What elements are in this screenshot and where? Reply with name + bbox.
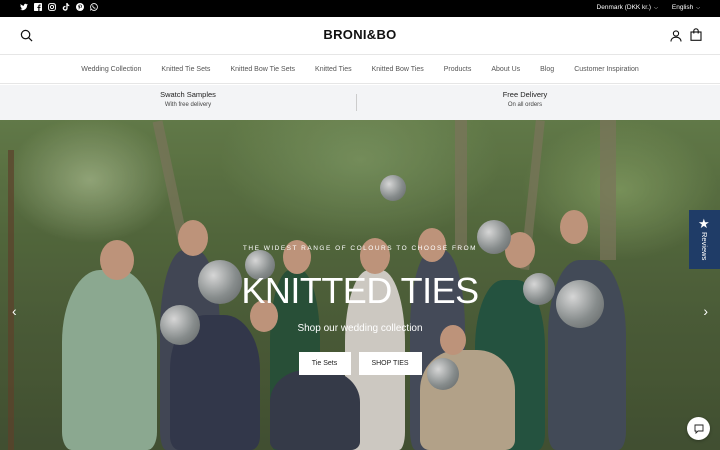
language-selector[interactable]: English ⌵ [672, 4, 700, 11]
nav-products[interactable]: Products [434, 66, 482, 73]
locale-selectors: Denmark (DKK kr.) ⌵ English ⌵ [597, 4, 700, 11]
account-icon[interactable] [670, 29, 682, 42]
shop-ties-button[interactable]: SHOP TIES [358, 352, 422, 375]
feature-title: Free Delivery [502, 90, 548, 99]
hero-banner: THE WIDEST RANGE OF COLOURS TO CHOOSE FR… [0, 120, 720, 450]
feature-title: Swatch Samples [160, 90, 216, 99]
feature-free-delivery: Free Delivery On all orders [425, 90, 625, 108]
chat-button[interactable] [687, 417, 710, 440]
instagram-icon[interactable] [48, 3, 56, 11]
hero-subheadline: Shop our wedding collection [297, 323, 423, 334]
tie-sets-button[interactable]: Tie Sets [298, 352, 351, 375]
site-header: BRONI&BO [0, 17, 720, 55]
whatsapp-icon[interactable] [90, 3, 98, 11]
language-label: English [671, 4, 694, 11]
announcement-bar: Denmark (DKK kr.) ⌵ English ⌵ [0, 0, 720, 17]
feature-divider [356, 94, 357, 111]
star-icon: ★ [698, 216, 710, 231]
site-logo[interactable]: BRONI&BO [0, 27, 720, 42]
country-selector[interactable]: Denmark (DKK kr.) ⌵ [597, 4, 658, 11]
feature-swatch-samples: Swatch Samples With free delivery [88, 90, 288, 108]
nav-wedding-collection[interactable]: Wedding Collection [71, 66, 151, 73]
pinterest-icon[interactable] [76, 3, 84, 11]
hero-eyebrow: THE WIDEST RANGE OF COLOURS TO CHOOSE FR… [242, 245, 478, 252]
chat-bubble-icon [694, 424, 703, 434]
social-links [20, 3, 98, 11]
reviews-tab[interactable]: ★ Reviews [689, 210, 720, 269]
nav-about-us[interactable]: About Us [481, 66, 530, 73]
feature-subtitle: With free delivery [164, 102, 212, 108]
cart-bag-icon[interactable] [690, 28, 702, 41]
chevron-down-icon: ⌵ [654, 4, 658, 11]
main-navigation: Wedding Collection Knitted Tie Sets Knit… [0, 56, 720, 84]
country-label: Denmark (DKK kr.) [596, 4, 652, 11]
twitter-icon[interactable] [20, 3, 28, 11]
nav-knitted-ties[interactable]: Knitted Ties [305, 66, 362, 73]
nav-knitted-tie-sets[interactable]: Knitted Tie Sets [151, 66, 220, 73]
feature-subtitle: On all orders [507, 102, 543, 108]
hero-headline: KNITTED TIES [241, 270, 479, 311]
nav-knitted-bow-ties[interactable]: Knitted Bow Ties [362, 66, 434, 73]
chevron-left-icon[interactable]: ‹ [12, 303, 17, 319]
chevron-down-icon: ⌵ [696, 4, 700, 11]
nav-blog[interactable]: Blog [530, 66, 564, 73]
hero-buttons: Tie Sets SHOP TIES [0, 352, 720, 375]
nav-customer-inspiration[interactable]: Customer Inspiration [564, 66, 649, 73]
features-strip: Swatch Samples With free delivery Free D… [0, 85, 720, 120]
nav-knitted-bow-tie-sets[interactable]: Knitted Bow Tie Sets [220, 66, 305, 73]
chevron-right-icon[interactable]: › [703, 303, 708, 319]
facebook-icon[interactable] [34, 3, 42, 11]
reviews-tab-label: Reviews [700, 232, 709, 261]
tiktok-icon[interactable] [62, 3, 70, 11]
